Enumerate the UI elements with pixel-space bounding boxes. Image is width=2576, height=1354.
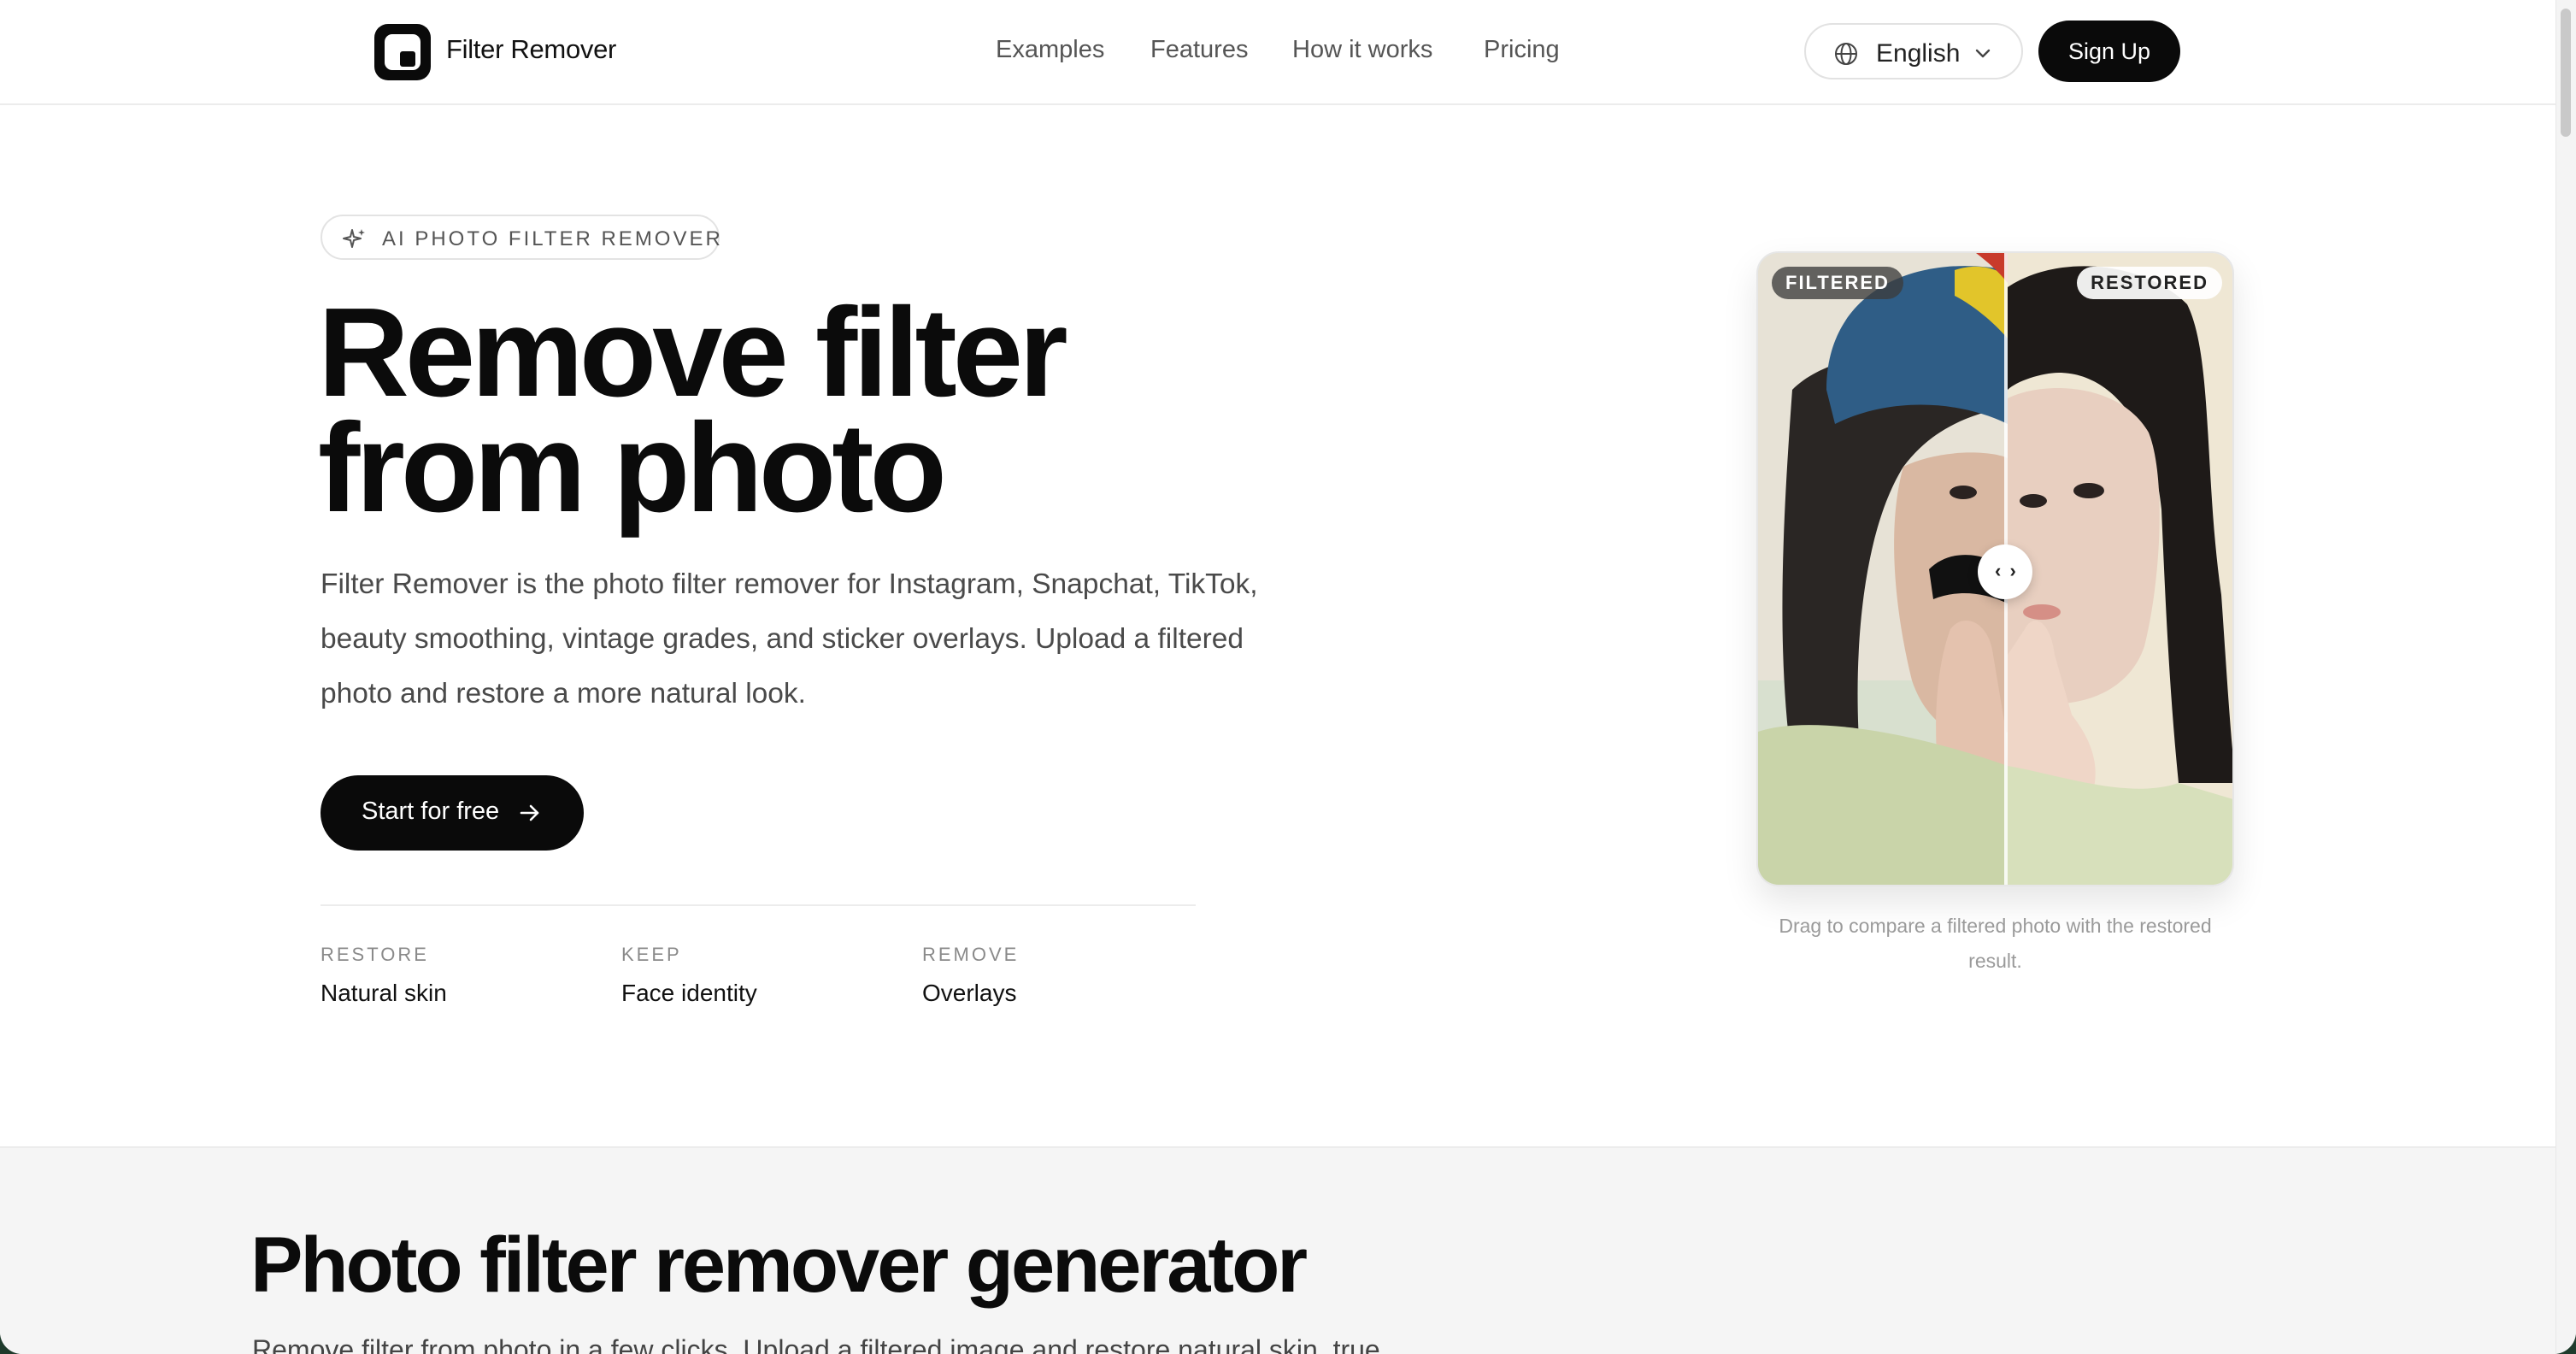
nav-link-pricing[interactable]: Pricing [1484,36,1560,64]
nav-link-features[interactable]: Features [1150,36,1248,64]
language-label: English [1876,39,1961,68]
stat-value-restore: Natural skin [321,980,447,1006]
drag-arrows-icon: ‹ › [1995,560,2018,581]
stat-key-remove: REMOVE [922,944,1020,965]
arrow-right-icon [520,804,539,821]
start-for-free-button[interactable]: Start for free [321,775,584,851]
stat-value-keep: Face identity [621,980,757,1006]
compare-drag-handle[interactable]: ‹ › [1978,545,2032,599]
language-selector[interactable]: English [1804,23,2023,79]
brand-name[interactable]: Filter Remover [446,34,616,65]
stats-divider [321,904,1196,906]
hero-badge: AI PHOTO FILTER REMOVER [321,215,720,260]
generator-title: Photo filter remover generator [250,1222,1308,1309]
before-after-compare-slider[interactable]: FILTERED RESTORED ‹ › [1756,251,2234,886]
restored-tag: RESTORED [2077,267,2222,299]
hero-title: Remove filter from photo [318,282,1173,539]
hero-title-line-1: Remove filter [318,282,1068,423]
hero-description: Filter Remover is the photo filter remov… [321,568,1258,709]
globe-icon [1835,43,1857,65]
logo-icon[interactable] [374,24,431,80]
stat-value-remove: Overlays [922,980,1017,1006]
top-nav-bar: Filter Remover Examples Features How it … [0,0,2555,105]
hero-badge-label: AI PHOTO FILTER REMOVER [382,227,723,250]
compare-caption: Drag to compare a filtered photo with th… [1779,915,2212,972]
chevron-down-icon [1975,49,1991,58]
page-scrollbar-thumb[interactable] [2561,9,2571,137]
nav-link-how-it-works[interactable]: How it works [1292,36,1432,64]
nav-link-examples[interactable]: Examples [996,36,1104,64]
filtered-photo: FILTERED [1758,253,2008,885]
page: Filter Remover Examples Features How it … [0,0,2576,1354]
filtered-tag: FILTERED [1772,267,1903,299]
sign-up-button[interactable]: Sign Up [2038,21,2180,82]
stat-key-restore: RESTORE [321,944,429,965]
generator-subtitle: Remove filter from photo in a few clicks… [252,1334,1380,1354]
restored-photo: RESTORED [2008,253,2232,885]
page-scrollbar[interactable] [2555,0,2576,1354]
stat-key-keep: KEEP [621,944,682,965]
hero-title-line-2: from photo [318,397,947,539]
start-for-free-label: Start for free [362,798,500,825]
sparkle-icon [343,229,365,248]
